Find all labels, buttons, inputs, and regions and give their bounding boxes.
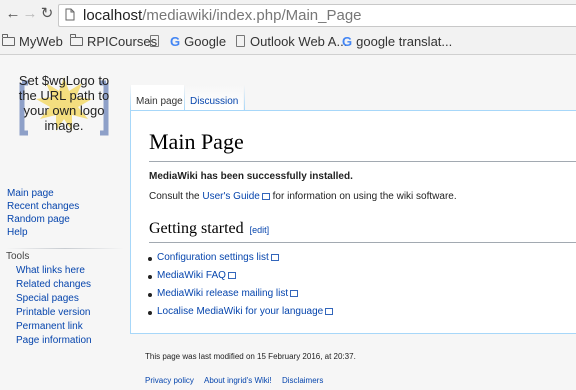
installed-message: MediaWiki has been successfully installe… <box>149 171 353 182</box>
footer-disclaimers[interactable]: Disclaimers <box>282 376 323 385</box>
list-item[interactable]: Localise MediaWiki for your language <box>147 306 334 317</box>
getting-started-heading: Getting started [edit] <box>149 220 270 237</box>
bookmark-page[interactable] <box>150 33 164 49</box>
folder-icon <box>1 33 15 46</box>
external-link-icon <box>227 272 236 279</box>
sidebar-item-help[interactable]: Help <box>7 227 28 238</box>
folder-icon <box>69 33 83 46</box>
external-link-icon <box>325 308 334 315</box>
google-icon: G <box>342 33 353 49</box>
page-title: Main Page <box>149 129 244 154</box>
footer-privacy-policy[interactable]: Privacy policy <box>145 376 194 385</box>
edit-section-link[interactable]: [edit] <box>250 225 270 235</box>
list-item[interactable]: Configuration settings list <box>148 252 279 263</box>
last-modified-text: This page was last modified on 15 Februa… <box>145 352 356 361</box>
tools-special-pages[interactable]: Special pages <box>16 293 79 304</box>
tab-discussion[interactable]: Discussion <box>185 85 244 110</box>
navigation-row: ← → ↻ localhost/mediawiki/index.php/Main… <box>0 0 576 29</box>
bookmark-google[interactable]: G Google <box>170 33 226 49</box>
tools-permanent-link[interactable]: Permanent link <box>16 321 83 332</box>
tools-page-information[interactable]: Page information <box>16 335 92 346</box>
bookmark-google-translate[interactable]: Ggoogle translat... <box>342 33 452 49</box>
bookmark-myweb[interactable]: MyWeb <box>1 33 63 49</box>
sidebar-item-random-page[interactable]: Random page <box>7 214 70 225</box>
url-host: localhost <box>83 7 143 24</box>
bookmarks-bar: MyWeb RPICourses G Google Outlook Web A..… <box>0 30 576 52</box>
page-icon <box>236 35 245 47</box>
consult-text: Consult the User's Guide for information… <box>149 191 457 202</box>
tools-divider <box>6 248 124 249</box>
footer-about[interactable]: About ingrid's Wiki! <box>204 376 272 385</box>
list-item[interactable]: MediaWiki release mailing list <box>147 288 299 299</box>
bookmark-rpicourses[interactable]: RPICourses <box>69 33 157 49</box>
reload-icon[interactable]: ↻ <box>39 6 55 22</box>
wiki-logo[interactable]: Set $wgLogo to the URL path to your own … <box>14 69 114 149</box>
tab-main-page[interactable]: Main page <box>131 85 188 110</box>
bookmark-outlook[interactable]: Outlook Web A... <box>236 33 347 49</box>
logo-text: Set $wgLogo to the URL path to your own … <box>18 73 110 133</box>
external-link-icon <box>270 254 279 261</box>
forward-arrow-icon[interactable]: → <box>22 6 38 22</box>
browser-chrome: ← → ↻ localhost/mediawiki/index.php/Main… <box>0 0 576 55</box>
tools-printable-version[interactable]: Printable version <box>16 307 90 318</box>
back-arrow-icon[interactable]: ← <box>5 6 21 22</box>
sidebar: Set $wgLogo to the URL path to your own … <box>0 55 130 390</box>
tools-related-changes[interactable]: Related changes <box>16 279 91 290</box>
address-bar[interactable]: localhost/mediawiki/index.php/Main_Page <box>58 4 576 27</box>
sidebar-item-recent-changes[interactable]: Recent changes <box>7 201 79 212</box>
url-path: /mediawiki/index.php/Main_Page <box>142 7 362 24</box>
google-icon: G <box>170 33 181 49</box>
list-item[interactable]: MediaWiki FAQ <box>148 270 236 281</box>
wiki-page: Set $wgLogo to the URL path to your own … <box>0 55 576 390</box>
users-guide-link[interactable]: User's Guide <box>202 191 260 202</box>
external-link-icon <box>290 290 299 297</box>
tools-heading: Tools <box>6 251 30 262</box>
page-icon <box>150 35 159 47</box>
page-icon <box>65 8 75 21</box>
sidebar-item-main-page[interactable]: Main page <box>7 188 54 199</box>
content-area: Main Page MediaWiki has been successfull… <box>130 110 576 334</box>
external-link-icon <box>261 193 270 200</box>
tools-what-links-here[interactable]: What links here <box>16 265 85 276</box>
